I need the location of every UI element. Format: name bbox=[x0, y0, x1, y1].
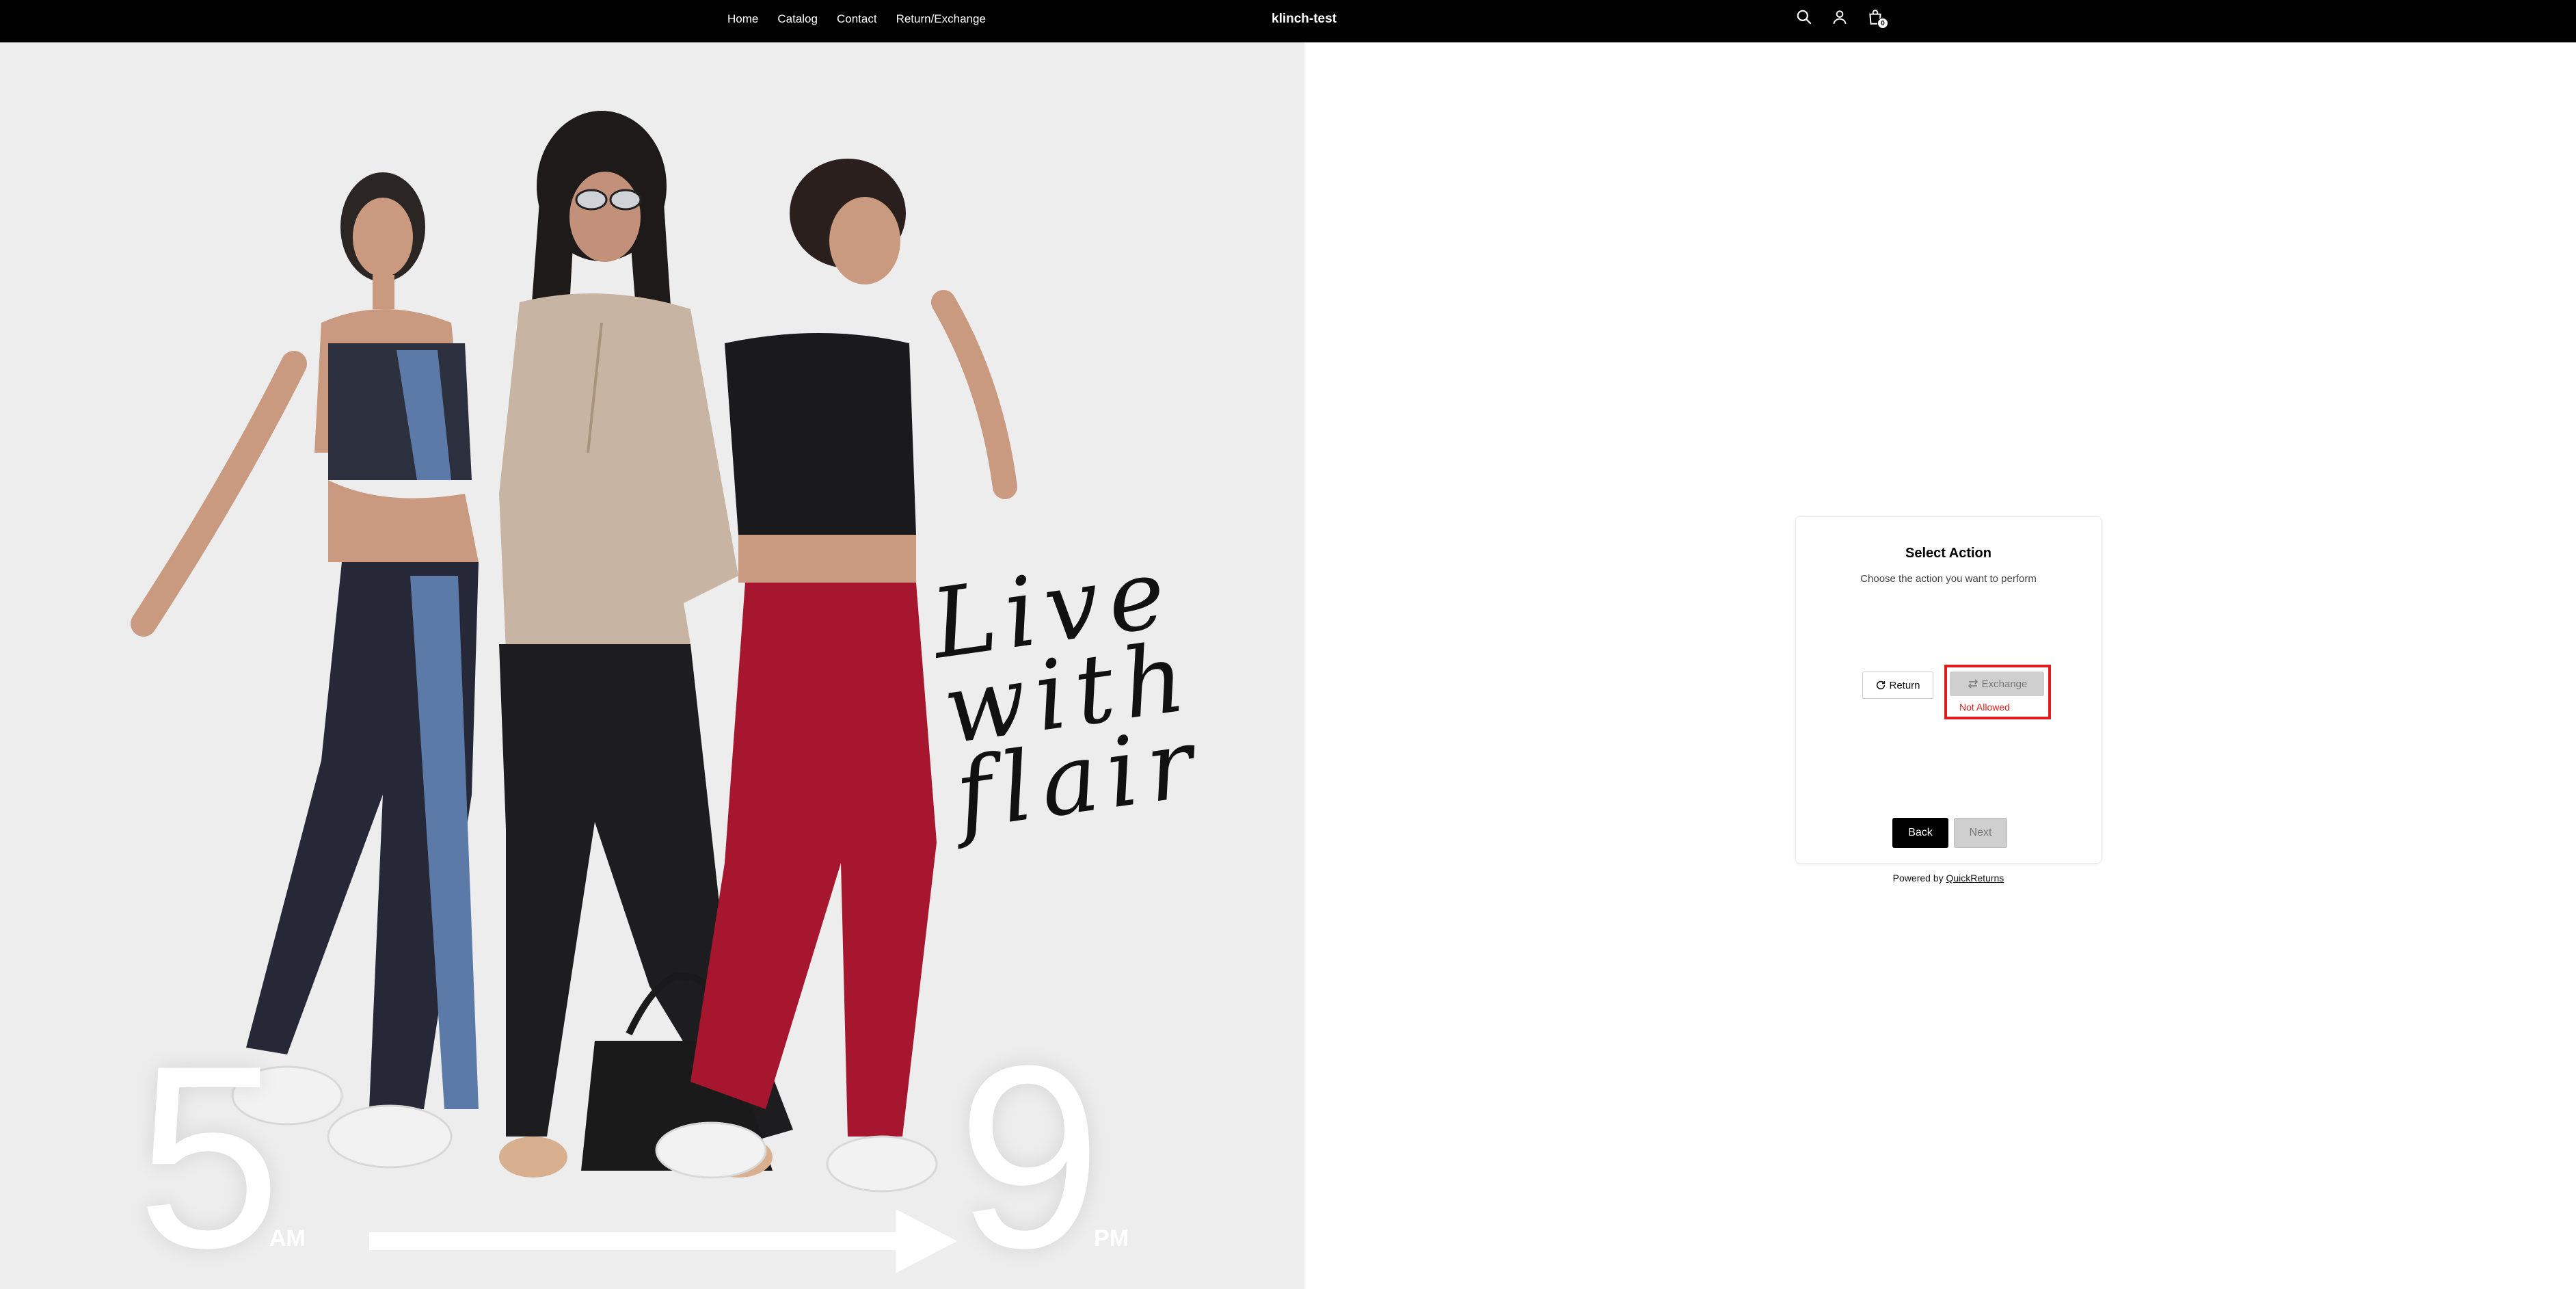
next-button[interactable]: Next bbox=[1954, 818, 2007, 848]
nav-link-contact[interactable]: Contact bbox=[837, 12, 877, 26]
account-icon[interactable] bbox=[1829, 7, 1850, 27]
hero-start-number: 5 bbox=[137, 1011, 282, 1289]
nav-link-return-exchange[interactable]: Return/Exchange bbox=[896, 12, 986, 26]
exchange-option-button[interactable]: Exchange bbox=[1950, 672, 2044, 696]
return-option-button[interactable]: Return bbox=[1862, 672, 1933, 699]
cart-icon[interactable]: 0 bbox=[1865, 7, 1888, 29]
select-action-card: Select Action Choose the action you want… bbox=[1795, 516, 2102, 864]
top-navigation-bar: Home Catalog Contact Return/Exchange kli… bbox=[0, 0, 2576, 42]
exchange-not-allowed-message: Not Allowed bbox=[1959, 702, 2010, 713]
nav-link-home[interactable]: Home bbox=[727, 12, 758, 26]
refresh-icon bbox=[1877, 680, 1886, 690]
back-button[interactable]: Back bbox=[1892, 818, 1948, 848]
nav-link-catalog[interactable]: Catalog bbox=[777, 12, 818, 26]
return-option-label: Return bbox=[1889, 679, 1920, 691]
cart-count-badge: 0 bbox=[1877, 18, 1888, 29]
swap-arrows-icon bbox=[1968, 679, 1978, 689]
card-title: Select Action bbox=[1905, 546, 1991, 561]
store-logo[interactable]: klinch-test bbox=[1272, 0, 1337, 38]
hero-script-tagline: Live with flair bbox=[925, 537, 1248, 851]
exchange-highlight-box: Exchange Not Allowed bbox=[1944, 665, 2051, 719]
search-icon[interactable] bbox=[1794, 7, 1814, 27]
hero-end-number: 9 bbox=[957, 1011, 1102, 1289]
quickreturns-link[interactable]: QuickReturns bbox=[1946, 873, 2004, 883]
main-nav: Home Catalog Contact Return/Exchange bbox=[727, 0, 986, 38]
header-icons: 0 bbox=[1794, 7, 1888, 29]
hero-start-suffix: AM bbox=[269, 1225, 306, 1251]
powered-by-footer: Powered by QuickReturns bbox=[1795, 873, 2102, 883]
hero-end-suffix: PM bbox=[1094, 1225, 1129, 1251]
exchange-option-label: Exchange bbox=[1981, 678, 2028, 690]
card-subtitle: Choose the action you want to perform bbox=[1860, 573, 2037, 585]
hero-banner-image: Live with flair 5 AM 9 PM bbox=[0, 42, 1304, 1289]
powered-by-text: Powered by bbox=[1892, 873, 1944, 883]
